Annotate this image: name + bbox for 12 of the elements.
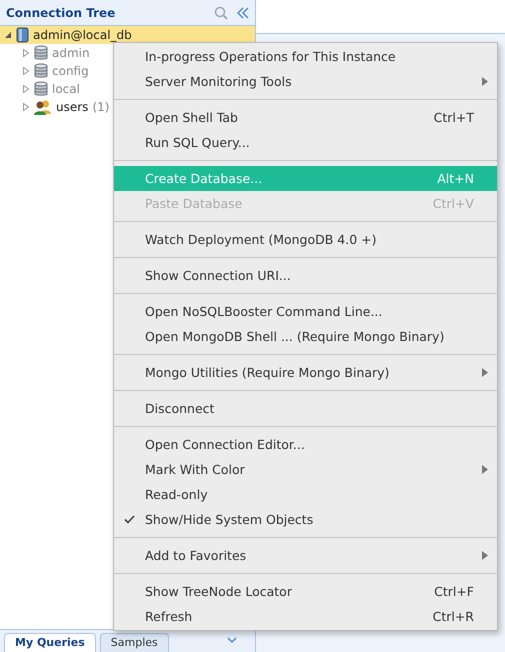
item-count: (1)	[92, 100, 110, 114]
tree-label: admin	[52, 46, 90, 60]
shortcut-label: Ctrl+T	[434, 110, 475, 125]
shortcut-label: Ctrl+R	[432, 609, 475, 624]
shortcut-label: Alt+N	[437, 171, 475, 186]
tree-label: users	[56, 100, 88, 114]
panel-title: Connection Tree	[6, 6, 116, 20]
tree-label: config	[52, 64, 89, 78]
tree-label: local	[52, 82, 80, 96]
shortcut-label: Ctrl+F	[434, 584, 475, 599]
tree-label: admin@local_db	[33, 28, 132, 42]
shortcut-label: Ctrl+V	[432, 196, 475, 211]
